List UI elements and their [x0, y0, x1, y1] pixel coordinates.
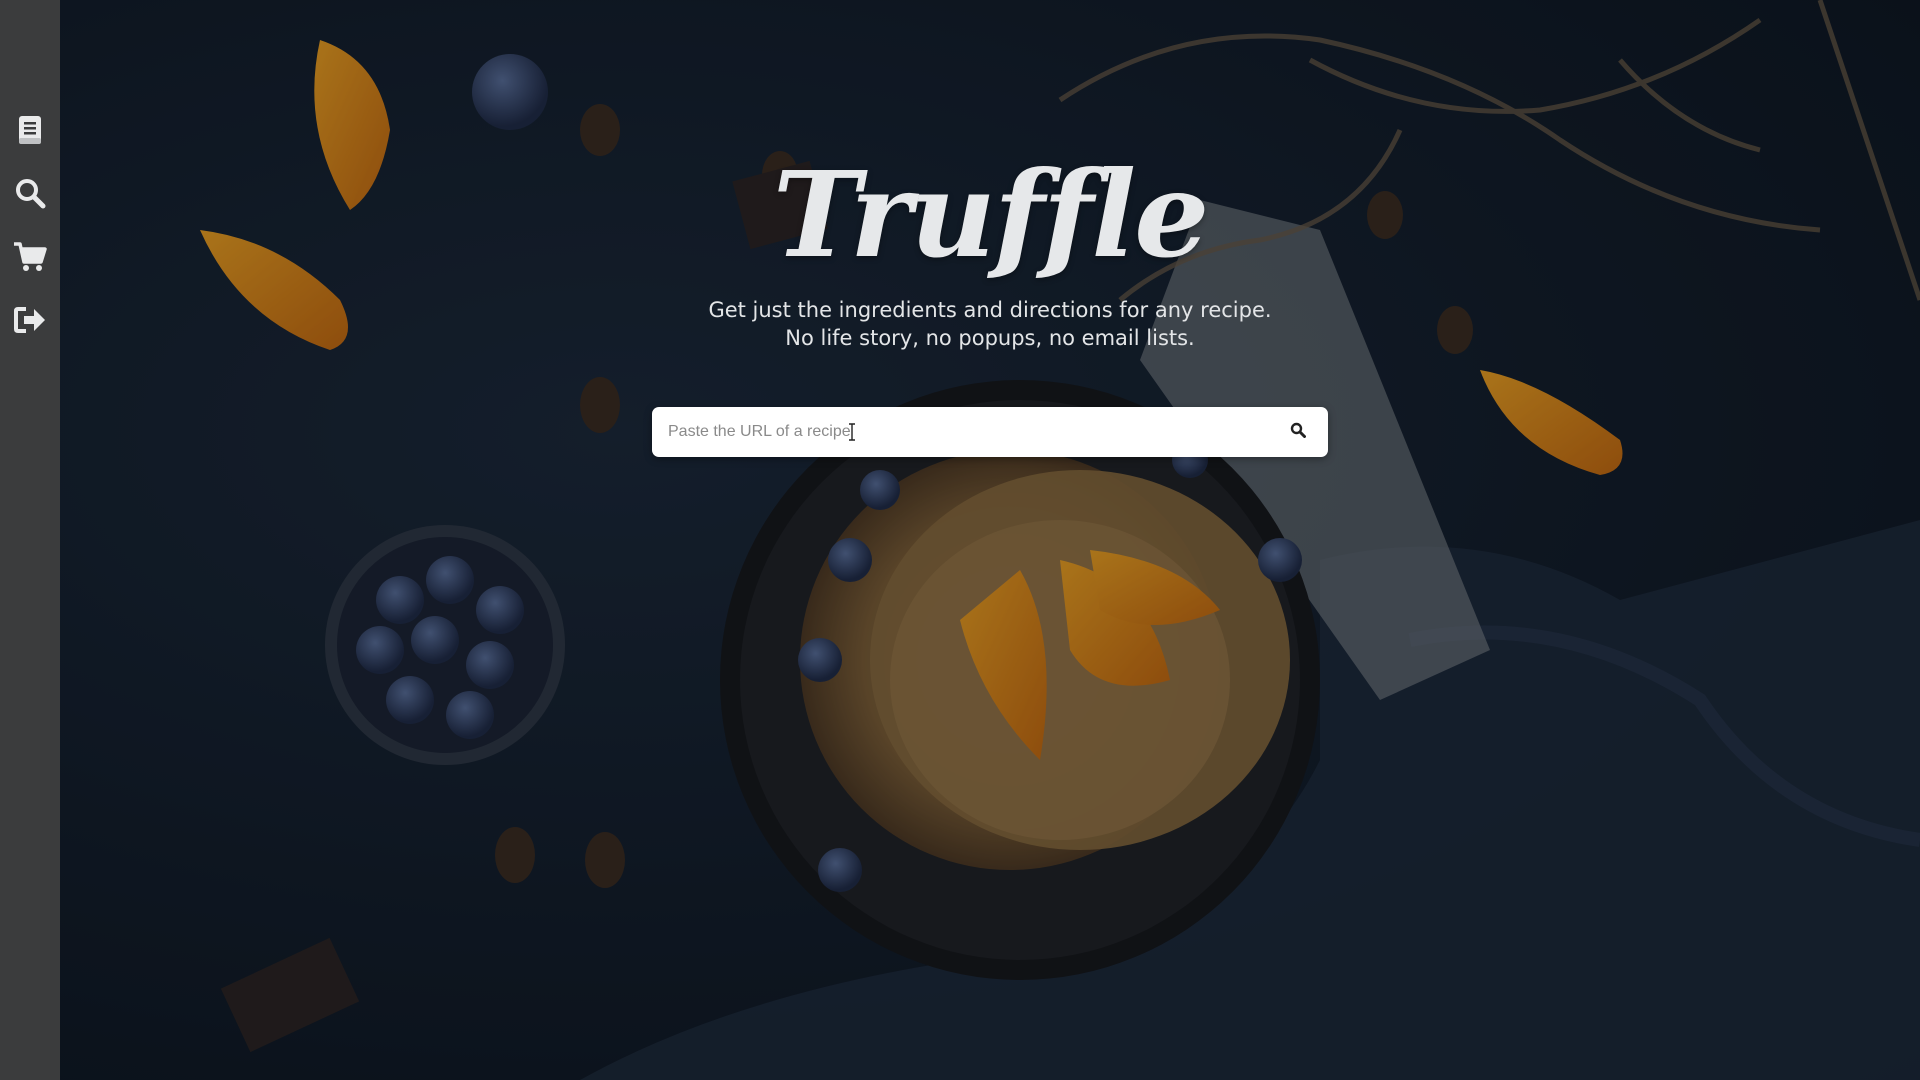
- book-icon: [17, 115, 43, 145]
- sidebar: [0, 0, 60, 1080]
- search-icon: [1290, 422, 1306, 442]
- sidebar-item-logout[interactable]: [0, 296, 60, 344]
- logo: Truffle: [772, 145, 1210, 284]
- text-cursor-icon: [848, 423, 856, 441]
- sidebar-item-recipes[interactable]: [0, 106, 60, 154]
- recipe-url-search-bar: [652, 407, 1328, 457]
- recipe-url-input[interactable]: [652, 408, 1268, 456]
- app-window: Truffle Get just the ingredients and dir…: [0, 0, 1920, 1080]
- tagline: Get just the ingredients and directions …: [708, 298, 1272, 350]
- search-icon: [14, 177, 46, 209]
- sidebar-item-search[interactable]: [0, 169, 60, 217]
- search-button[interactable]: [1268, 407, 1328, 457]
- sidebar-item-cart[interactable]: [0, 233, 60, 281]
- sign-out-icon: [14, 306, 46, 334]
- hero: Truffle Get just the ingredients and dir…: [652, 150, 1328, 352]
- shopping-cart-icon: [13, 241, 47, 273]
